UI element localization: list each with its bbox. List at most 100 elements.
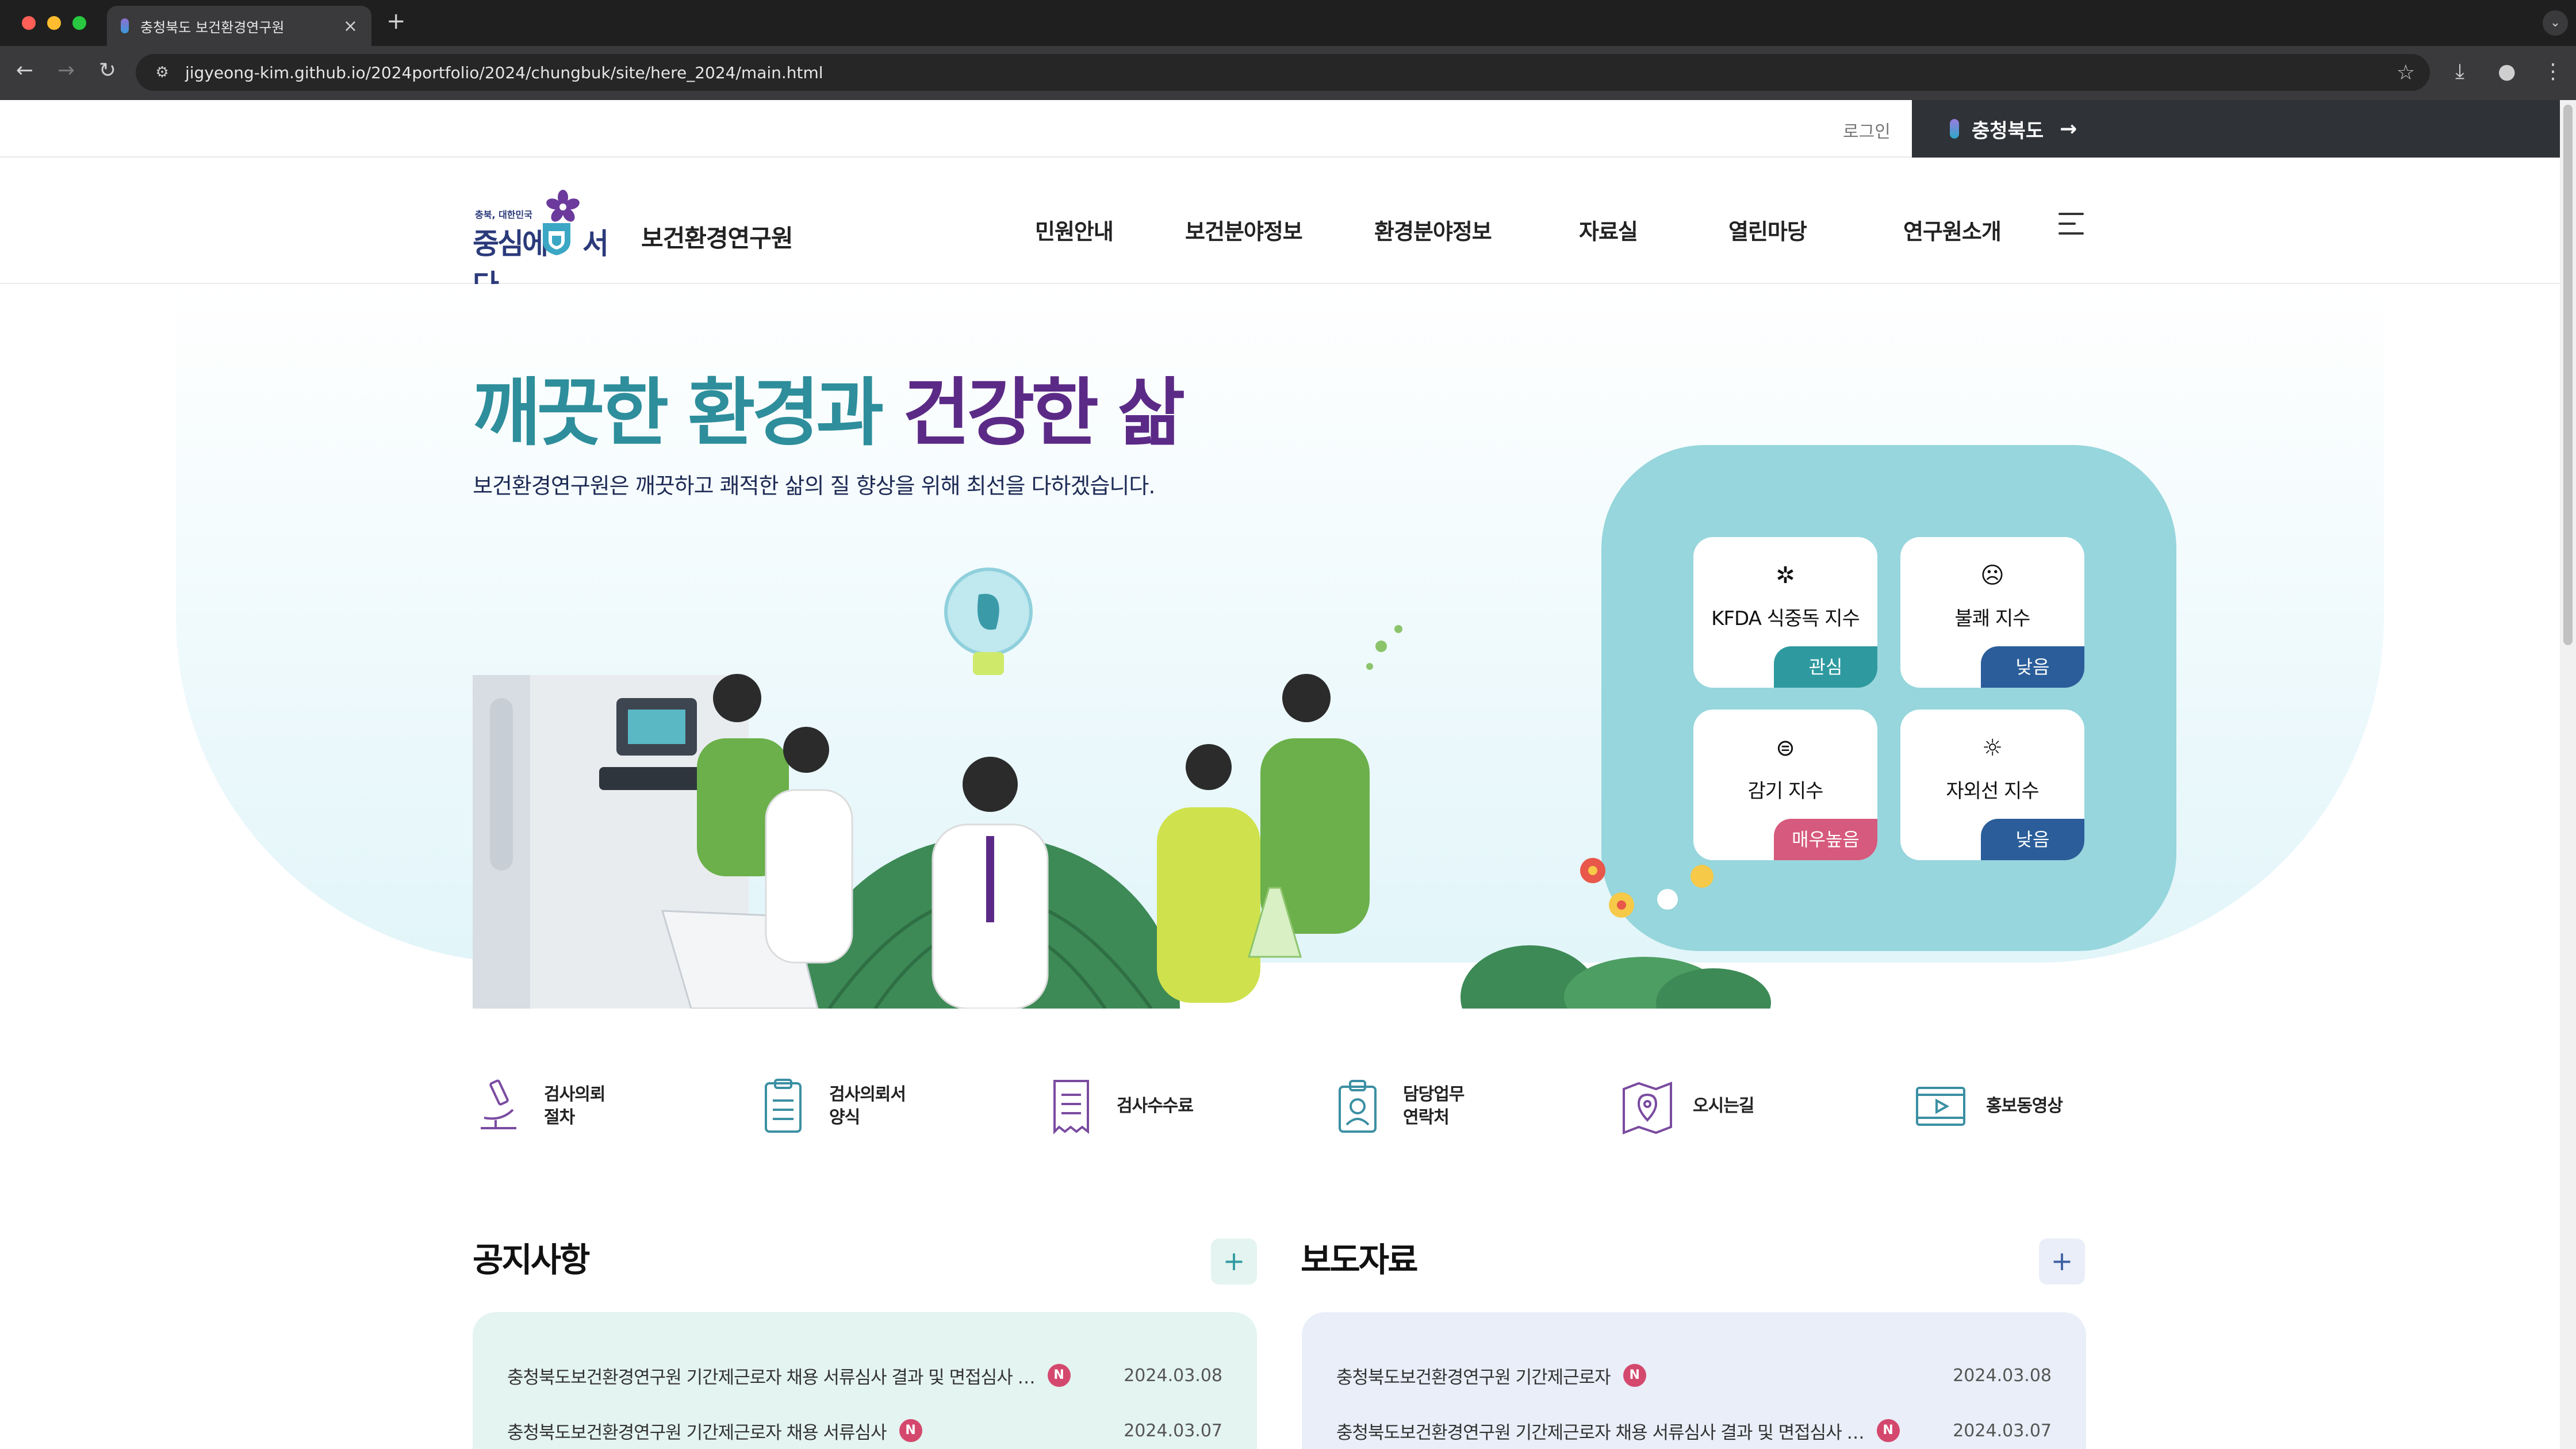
index-card-cold[interactable]: ⊜ 감기 지수 매우높음 <box>1693 710 1877 860</box>
notice-list: 충청북도보건환경연구원 기간제근로자 채용 서류심사 결과 및 면접심사 … N… <box>473 1312 1257 1449</box>
url-text[interactable]: jigyeong-kim.github.io/2024portfolio/202… <box>185 63 2397 82</box>
hero-subtitle: 보건환경연구원은 깨끗하고 쾌적한 삶의 질 향상을 위해 최선을 다하겠습니다… <box>473 473 1155 499</box>
quick-link-label: 검사의뢰서 양식 <box>829 1084 906 1128</box>
virus-icon: ✲ <box>1776 562 1795 589</box>
new-tab-button[interactable]: + <box>386 8 406 34</box>
clipboard-icon <box>765 1079 802 1133</box>
press-title: 보도자료 <box>1301 1240 1418 1279</box>
forward-icon[interactable]: → <box>52 59 80 82</box>
hero-title-part1: 깨끗한 환경과 <box>473 370 903 456</box>
list-item-date: 2024.03.07 <box>1124 1420 1222 1441</box>
site-info-icon[interactable]: ⚙ <box>151 61 174 84</box>
index-label: 감기 지수 <box>1747 780 1824 803</box>
login-link[interactable]: 로그인 <box>1843 117 1891 143</box>
new-badge: N <box>1047 1364 1071 1387</box>
index-label: KFDA 식중독 지수 <box>1711 607 1860 630</box>
quick-link-label: 검사의뢰 절차 <box>544 1084 605 1128</box>
index-card-food-poisoning[interactable]: ✲ KFDA 식중독 지수 관심 <box>1693 537 1877 688</box>
nav-item-resources[interactable]: 자료실 <box>1579 214 1638 246</box>
cold-mask-icon: ⊜ <box>1776 735 1795 761</box>
utility-bar: 로그인 충청북도 → <box>0 100 2560 158</box>
shield-emblem-icon <box>543 223 570 255</box>
list-item-date: 2024.03.08 <box>1953 1365 2052 1386</box>
video-film-icon <box>1916 1087 1965 1126</box>
quick-link-inspection-procedure[interactable]: 검사의뢰 절차 <box>473 1066 605 1147</box>
press-list: 충청북도보건환경연구원 기간제근로자 N 2024.03.08 충청북도보건환경… <box>1302 1312 2086 1449</box>
logo-small-text: 충북, 대한민국 <box>475 209 532 220</box>
press-more-button[interactable]: + <box>2039 1239 2085 1285</box>
global-navigation: 충북, 대한민국 중심에서다 <box>0 158 2560 302</box>
quick-links: 검사의뢰 절차 검사의뢰서 양식 검사수수료 담당업무 연락처 오시는길 홍보동… <box>473 1066 2088 1147</box>
quick-link-label: 오시는길 <box>1693 1096 1754 1116</box>
slogan-logo: 충북, 대한민국 중심에서다 <box>473 190 631 302</box>
minimize-window-button[interactable] <box>47 16 61 30</box>
page-scrollbar[interactable] <box>2560 100 2576 1449</box>
list-item-title: 충청북도보건환경연구원 기간제근로자 채용 서류심사 결과 및 면접심사 … <box>507 1367 1035 1388</box>
flower-bush-decoration <box>1460 858 1771 1009</box>
list-item[interactable]: 충청북도보건환경연구원 기간제근로자 채용 서류심사 N 2024.03.07 <box>507 1403 1222 1449</box>
list-item-title: 충청북도보건환경연구원 기간제근로자 채용 서류심사 결과 및 면접심사 … <box>1336 1422 1864 1443</box>
browser-tab[interactable]: 충청북도 보건환경연구원 × <box>107 6 371 46</box>
site-favicon-icon <box>121 18 129 33</box>
index-status-badge: 관심 <box>1774 646 1877 688</box>
nav-item-about-institute[interactable]: 연구원소개 <box>1903 214 2002 246</box>
list-item[interactable]: 충청북도보건환경연구원 기간제근로자 채용 서류심사 결과 및 면접심사 … N… <box>1336 1403 2052 1449</box>
close-window-button[interactable] <box>22 16 36 30</box>
list-item-date: 2024.03.07 <box>1953 1420 2052 1441</box>
quick-link-inspection-fee[interactable]: 검사수수료 <box>1045 1066 1194 1147</box>
site-logo[interactable]: 충북, 대한민국 중심에서다 <box>473 190 793 302</box>
quick-link-directions[interactable]: 오시는길 <box>1621 1066 1754 1147</box>
browser-toolbar: ← → ↻ ⚙ jigyeong-kim.github.io/2024portf… <box>0 46 2576 100</box>
province-button[interactable]: 충청북도 → <box>1912 100 2560 158</box>
list-item-date: 2024.03.08 <box>1124 1365 1222 1386</box>
zoom-window-button[interactable] <box>72 16 86 30</box>
quick-link-label: 담당업무 연락처 <box>1403 1084 1465 1128</box>
province-pin-icon <box>1950 119 1959 139</box>
list-item[interactable]: 충청북도보건환경연구원 기간제근로자 채용 서류심사 결과 및 면접심사 … N… <box>507 1348 1222 1403</box>
download-icon[interactable]: ⤓ <box>2455 60 2464 84</box>
bookmark-star-icon[interactable]: ☆ <box>2397 61 2415 85</box>
hero-title: 깨끗한 환경과 건강한 삶 <box>473 353 1186 459</box>
nav-item-civil-service[interactable]: 민원안내 <box>1035 214 1114 246</box>
index-card-uv[interactable]: ☼ 자외선 지수 낮음 <box>1900 710 2084 860</box>
list-item-title: 충청북도보건환경연구원 기간제근로자 채용 서류심사 <box>507 1422 887 1443</box>
reload-icon[interactable]: ↻ <box>93 59 122 82</box>
organization-name: 보건환경연구원 <box>641 224 793 252</box>
kebab-menu-icon[interactable]: ⋮ <box>2543 60 2563 83</box>
quick-link-promo-video[interactable]: 홍보동영상 <box>1915 1066 2063 1147</box>
hamburger-menu-icon[interactable] <box>2058 213 2084 236</box>
list-item[interactable]: 충청북도보건환경연구원 기간제근로자 N 2024.03.08 <box>1336 1348 2052 1403</box>
quick-link-request-form[interactable]: 검사의뢰서 양식 <box>758 1066 906 1147</box>
tab-search-icon[interactable]: ⌄ <box>2543 10 2568 36</box>
index-card-discomfort[interactable]: ☹ 불쾌 지수 낮음 <box>1900 537 2084 688</box>
notice-more-button[interactable]: + <box>1211 1239 1257 1285</box>
contact-badge-icon <box>1339 1080 1377 1133</box>
nav-item-open-forum[interactable]: 열린마당 <box>1728 214 1807 246</box>
tab-close-icon[interactable]: × <box>343 16 358 36</box>
tab-title: 충청북도 보건환경연구원 <box>140 19 285 36</box>
quick-link-contacts[interactable]: 담당업무 연락처 <box>1332 1066 1465 1147</box>
notice-title: 공지사항 <box>473 1240 590 1279</box>
uv-sun-icon: ☼ <box>1982 735 2003 761</box>
scrollbar-thumb[interactable] <box>2563 105 2573 645</box>
province-button-label: 충청북도 <box>1972 119 2044 143</box>
index-status-badge: 매우높음 <box>1774 819 1877 860</box>
nav-item-environment-info[interactable]: 환경분야정보 <box>1374 214 1492 246</box>
researchers-illustration <box>473 568 1402 1009</box>
new-badge: N <box>1876 1419 1900 1442</box>
index-label: 불쾌 지수 <box>1954 607 2031 630</box>
profile-icon[interactable]: ● <box>2498 60 2516 83</box>
flower-emblem-icon <box>546 190 580 222</box>
hero-title-part2: 건강한 삶 <box>902 370 1186 456</box>
back-icon[interactable]: ← <box>10 59 39 82</box>
nav-item-health-info[interactable]: 보건분야정보 <box>1185 214 1303 246</box>
map-pin-icon <box>1623 1082 1672 1134</box>
new-badge: N <box>1623 1364 1646 1387</box>
microscope-icon <box>481 1079 516 1129</box>
web-page: 로그인 충청북도 → 충북, 대한민국 중심에 서 보건환경연구원 민원안내 보… <box>0 100 2576 1449</box>
list-item-title: 충청북도보건환경연구원 기간제근로자 <box>1336 1367 1611 1388</box>
address-bar[interactable]: ⚙ jigyeong-kim.github.io/2024portfolio/2… <box>136 54 2430 91</box>
arrow-right-icon: → <box>2060 117 2077 141</box>
index-label: 자외선 지수 <box>1946 780 2039 803</box>
discomfort-face-icon: ☹ <box>1980 562 2004 589</box>
